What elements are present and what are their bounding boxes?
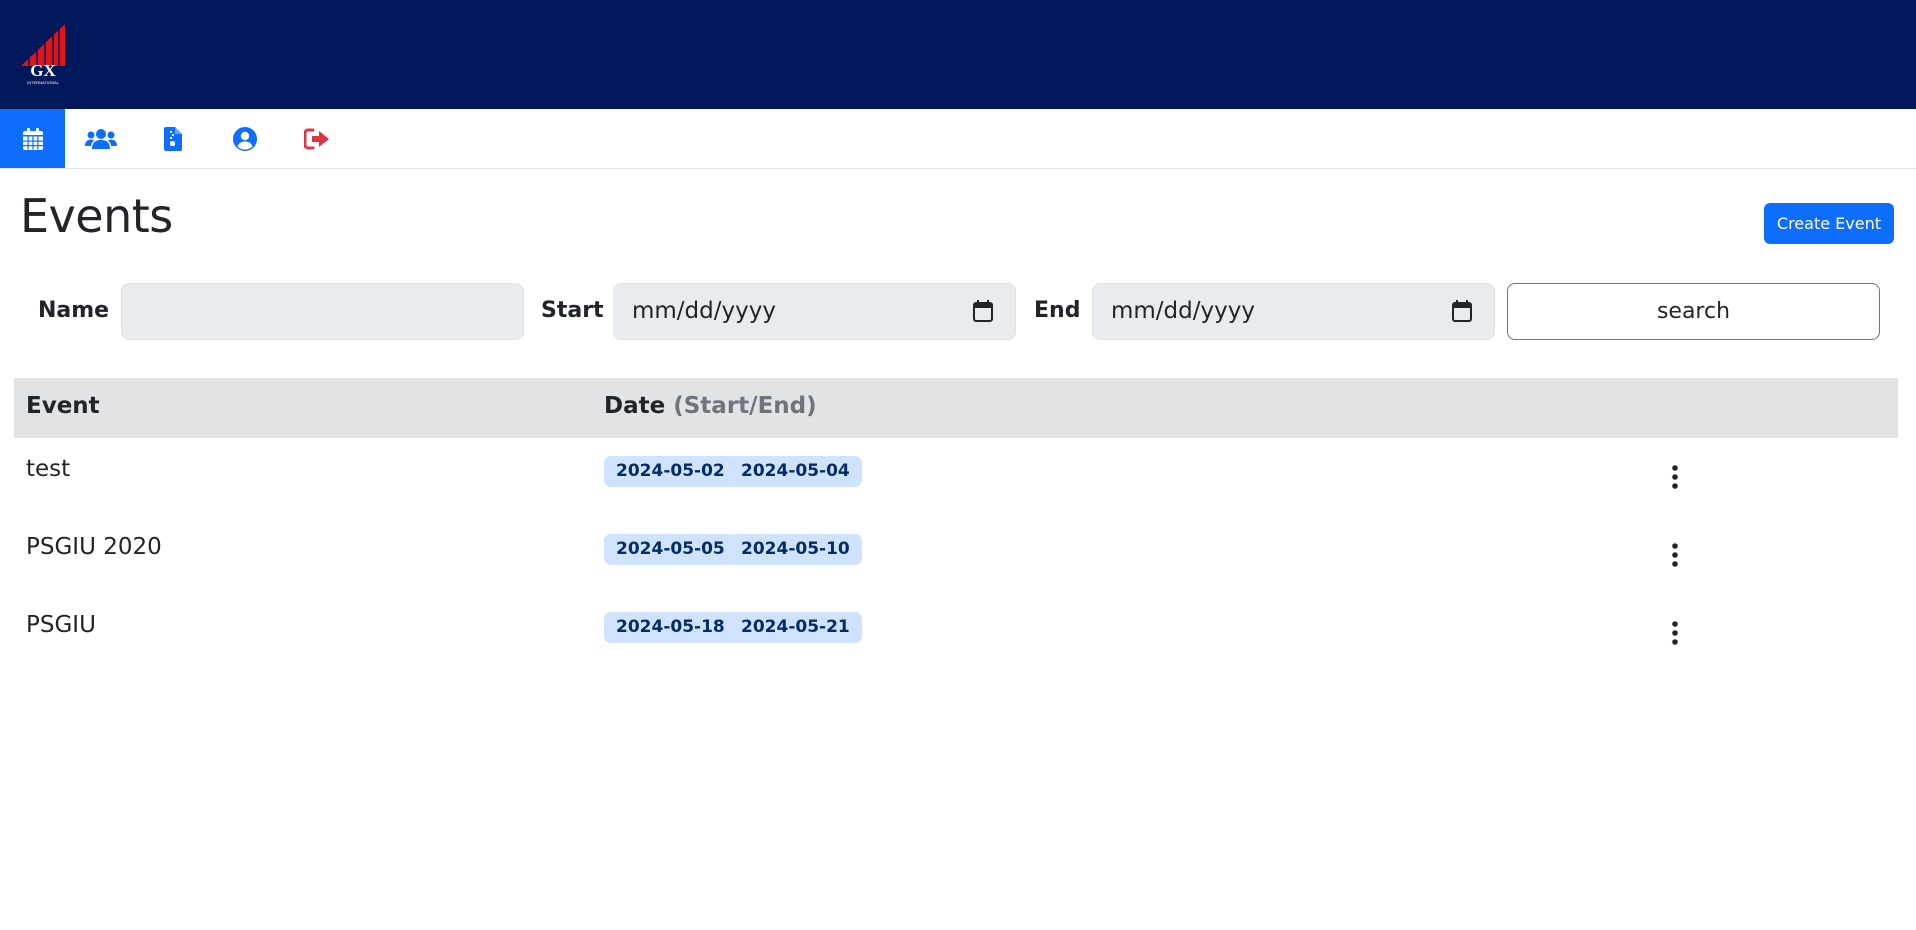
end-label: End [1034,298,1081,323]
table-header: Event Date (Start/End) [14,378,1898,438]
event-name: PSGIU 2020 [26,534,162,560]
end-date-badge: 2024-05-04 [729,456,862,487]
col-date-hint: (Start/End) [673,393,817,419]
page-header: Events Create Event [0,169,1916,288]
kebab-menu-icon[interactable] [1665,541,1685,569]
page-title: Events [20,189,173,243]
icon-nav [0,109,1916,169]
calendar-icon [22,127,43,150]
nav-logout[interactable] [281,109,353,168]
logo-text: GX [30,61,56,80]
event-name: PSGIU [26,612,96,638]
calendar-picker-icon[interactable] [973,300,993,322]
end-date-badge: 2024-05-10 [729,534,862,565]
nav-users[interactable] [65,109,137,168]
start-label: Start [541,298,604,323]
logout-icon [304,128,329,149]
file-icon [164,126,182,151]
name-label: Name [38,298,110,323]
user-circle-icon [233,126,257,151]
table-row[interactable]: PSGIU 2020 2024-05-05 2024-05-10 [14,516,1898,594]
start-date-badge: 2024-05-05 [604,534,737,565]
users-icon [85,128,117,149]
events-table: Event Date (Start/End) test 2024-05-02 2… [14,378,1898,672]
start-date-placeholder: mm/dd/yyyy [632,298,776,324]
event-name: test [26,456,71,482]
search-button[interactable]: search [1507,283,1880,340]
start-date-badge: 2024-05-02 [604,456,737,487]
nav-events[interactable] [0,109,65,168]
calendar-picker-icon[interactable] [1452,300,1472,322]
nav-profile[interactable] [209,109,281,168]
end-date-input[interactable]: mm/dd/yyyy [1092,283,1495,340]
table-row[interactable]: PSGIU 2024-05-18 2024-05-21 [14,594,1898,672]
col-event-header: Event [26,393,100,419]
top-header: GX INTERNATIONAL [0,0,1916,109]
logo-subtext: INTERNATIONAL [27,80,59,85]
kebab-menu-icon[interactable] [1665,619,1685,647]
col-date-header: Date (Start/End) [604,393,817,419]
start-date-input[interactable]: mm/dd/yyyy [613,283,1016,340]
filter-bar: Name Start mm/dd/yyyy End mm/dd/yyyy sea… [0,283,1916,360]
nav-files[interactable] [137,109,209,168]
kebab-menu-icon[interactable] [1665,463,1685,491]
end-date-badge: 2024-05-21 [729,612,862,643]
table-row[interactable]: test 2024-05-02 2024-05-04 [14,438,1898,516]
start-date-badge: 2024-05-18 [604,612,737,643]
col-date-label: Date [604,393,666,419]
end-date-placeholder: mm/dd/yyyy [1111,298,1255,324]
name-input[interactable] [121,283,524,340]
create-event-button[interactable]: Create Event [1763,203,1894,244]
gx-logo[interactable]: GX INTERNATIONAL [19,22,67,88]
